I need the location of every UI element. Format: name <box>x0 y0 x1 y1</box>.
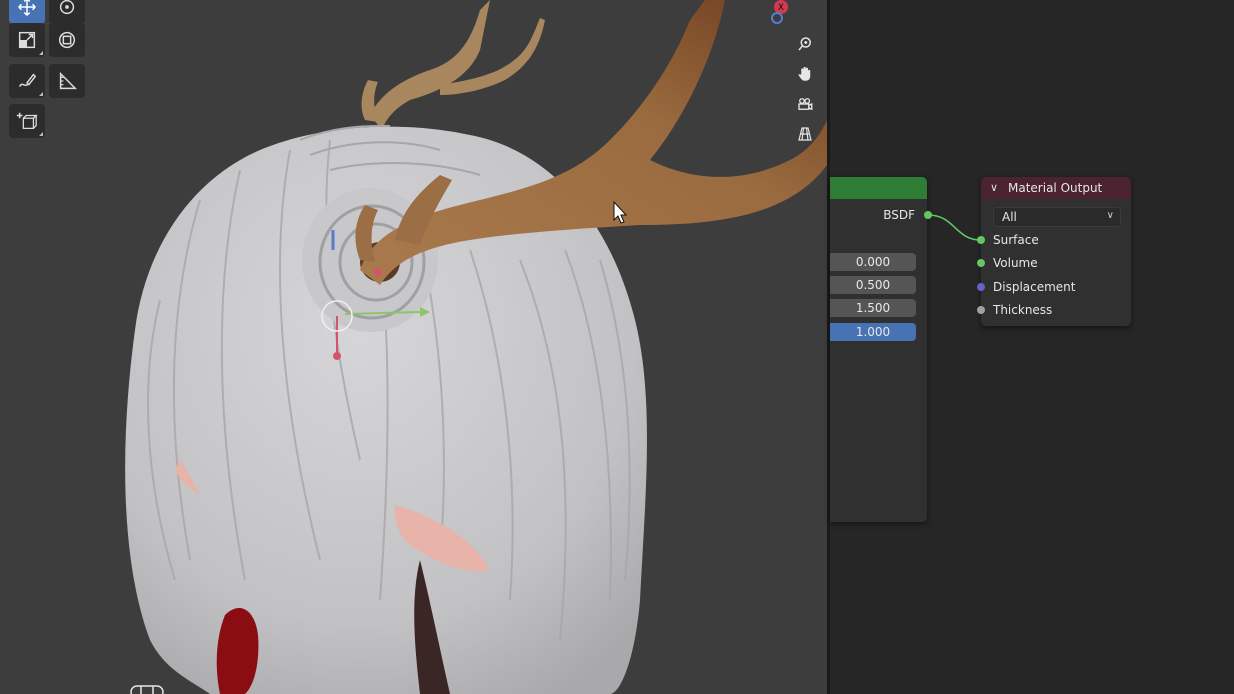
ruler-icon <box>59 71 78 90</box>
target-select-value: All <box>1002 210 1017 224</box>
camera-view-button[interactable] <box>792 91 818 117</box>
bsdf-value-field[interactable]: 0.500 <box>830 276 916 294</box>
material-output-node[interactable]: ∨ Material Output All ∨ Surface Volume D… <box>981 177 1131 326</box>
bsdf-output-socket[interactable] <box>924 211 932 219</box>
bsdf-value-field[interactable]: 1.500 <box>830 299 916 317</box>
add-cube-tool-button[interactable] <box>9 104 45 138</box>
input-volume-label: Volume <box>993 256 1038 270</box>
pan-button[interactable] <box>792 61 818 87</box>
input-displacement-label: Displacement <box>993 280 1076 294</box>
hand-pan-icon <box>798 66 811 81</box>
transform-tool-button[interactable] <box>49 23 85 57</box>
zoom-button[interactable] <box>792 31 818 57</box>
input-thickness-label: Thickness <box>993 303 1053 317</box>
3d-viewport[interactable]: X <box>0 0 827 694</box>
scale-icon <box>18 31 36 49</box>
axis-x-label: X <box>778 3 784 13</box>
red-cloth <box>216 607 259 694</box>
grid-perspective-icon <box>798 127 812 141</box>
annotate-pencil-icon <box>19 73 37 87</box>
zoom-icon <box>798 37 811 51</box>
add-cube-icon <box>16 112 38 129</box>
principled-bsdf-node[interactable]: BSDF 0.000 0.500 1.500 1.000 <box>830 177 927 522</box>
bsdf-output-label: BSDF <box>883 208 915 222</box>
material-output-header[interactable]: ∨ Material Output <box>981 177 1131 199</box>
thickness-input-socket[interactable] <box>977 306 985 314</box>
axis-gizmo[interactable]: X <box>766 0 796 28</box>
chevron-down-icon: ∨ <box>1106 210 1114 221</box>
perspective-toggle-button[interactable] <box>792 121 818 147</box>
bsdf-value-field-active[interactable]: 1.000 <box>830 323 916 341</box>
annotate-tool-button[interactable] <box>9 64 45 98</box>
orientation-icon <box>130 685 164 694</box>
move-tool-button[interactable] <box>9 0 45 24</box>
rotate-tool-button[interactable] <box>49 0 85 24</box>
displacement-input-socket[interactable] <box>977 283 985 291</box>
bsdf-node-header[interactable] <box>830 177 927 199</box>
scene-render[interactable] <box>0 0 827 694</box>
back-antler <box>361 0 545 130</box>
move-icon <box>18 0 36 16</box>
surface-input-socket[interactable] <box>977 236 985 244</box>
rotate-icon <box>59 0 75 15</box>
measure-tool-button[interactable] <box>49 64 85 98</box>
input-surface-label: Surface <box>993 233 1039 247</box>
transform-icon <box>58 31 76 49</box>
bsdf-value-field[interactable]: 0.000 <box>830 253 916 271</box>
scale-tool-button[interactable] <box>9 23 45 57</box>
collapse-chevron-icon[interactable]: ∨ <box>990 181 998 194</box>
volume-input-socket[interactable] <box>977 259 985 267</box>
camera-icon <box>798 98 813 111</box>
target-select[interactable]: All ∨ <box>993 207 1121 227</box>
material-output-title: Material Output <box>1008 181 1103 195</box>
